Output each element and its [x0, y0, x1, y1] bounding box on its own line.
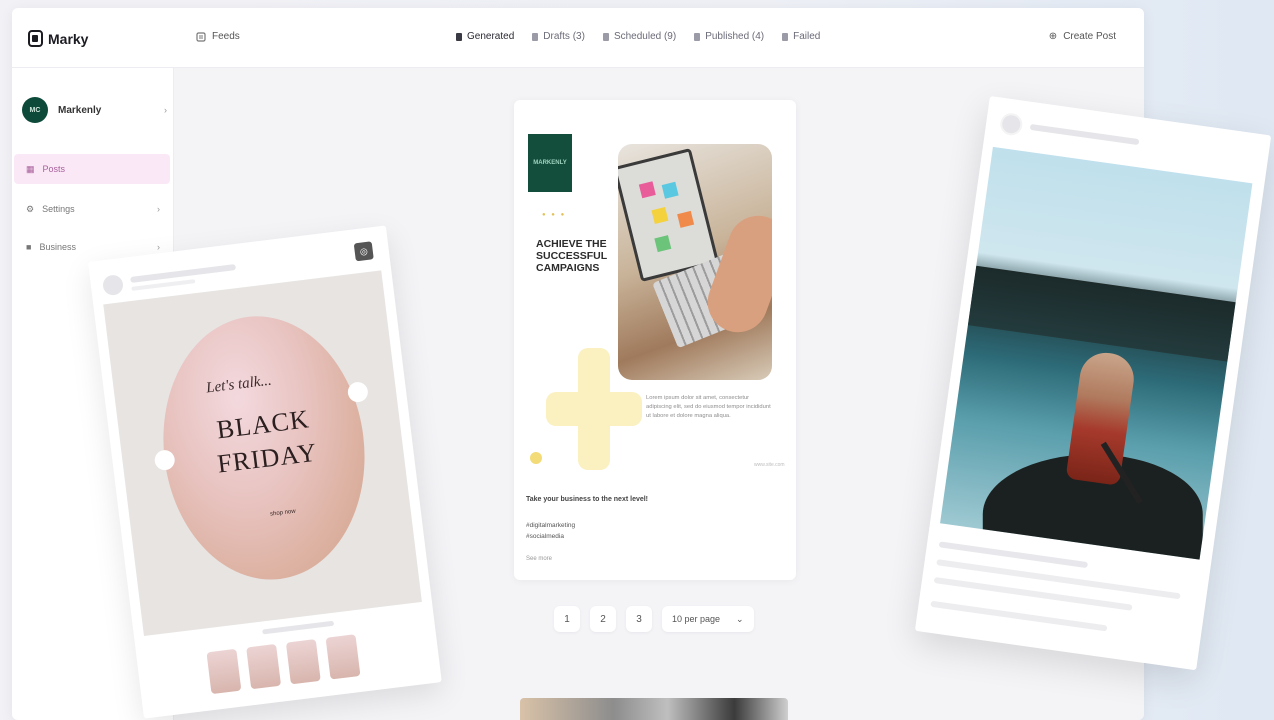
calendar-icon — [602, 32, 609, 41]
tab-label: Published (4) — [705, 31, 765, 42]
sidebar-item-label: Business — [39, 242, 76, 252]
workspace-name: Markenly — [58, 104, 102, 116]
avatar — [101, 273, 125, 297]
create-post-label: Create Post — [1063, 31, 1116, 42]
text-placeholder — [930, 600, 1108, 632]
tab-label: Generated — [467, 31, 515, 42]
top-bar: Marky Feeds Generated Drafts (3) Schedul… — [12, 8, 1144, 68]
tab-drafts[interactable]: Drafts (3) — [532, 31, 585, 42]
tab-published[interactable]: Published (4) — [694, 31, 764, 42]
posts-icon: ▦ — [26, 163, 35, 174]
page-button-1[interactable]: 1 — [554, 606, 580, 632]
laptop-photo — [618, 144, 772, 380]
workspace-switcher[interactable]: MC Markenly › — [22, 90, 167, 130]
post-hashtags: #digitalmarketing #socialmedia — [526, 520, 575, 542]
warning-icon — [782, 32, 789, 41]
brand-logo: MARKENLY — [528, 134, 572, 192]
page-size-select[interactable]: 10 per page ⌄ — [662, 606, 754, 632]
thumbnail[interactable] — [206, 648, 242, 695]
page-size-label: 10 per page — [672, 614, 721, 624]
feeds-button[interactable]: Feeds — [196, 31, 240, 42]
create-post-button[interactable]: ⊕ Create Post — [1049, 31, 1116, 42]
workspace-avatar: MC — [22, 97, 48, 123]
avatar — [998, 111, 1024, 137]
post-image: MARKENLY ● ● ● Achieve the successful ca… — [526, 130, 788, 580]
feeds-label: Feeds — [212, 31, 240, 42]
check-icon — [694, 32, 701, 41]
poster-headline: Achieve the successful campaigns — [536, 238, 607, 274]
sparkle-icon — [456, 32, 462, 41]
generated-post-card[interactable]: MARKENLY ● ● ● Achieve the successful ca… — [514, 100, 796, 580]
chevron-right-icon: › — [164, 105, 167, 115]
post-image: Let's talk... BLACK FRIDAY shop now — [103, 270, 422, 636]
post-image — [940, 146, 1253, 560]
pagination: 1 2 3 10 per page ⌄ — [554, 606, 754, 632]
instagram-icon[interactable]: ◎ — [353, 241, 374, 262]
decorative-cross — [546, 348, 642, 470]
decorative-dots: ● ● ● — [542, 212, 567, 218]
next-post-preview[interactable] — [520, 698, 788, 720]
settings-icon: ⚙ — [26, 203, 35, 214]
tab-failed[interactable]: Failed — [782, 31, 820, 42]
chevron-right-icon: › — [157, 242, 160, 252]
sidebar-item-settings[interactable]: ⚙ Settings › — [14, 194, 170, 224]
plus-icon: ⊕ — [1048, 31, 1058, 42]
post-status-tabs: Generated Drafts (3) Scheduled (9) Publi… — [456, 31, 820, 42]
chevron-right-icon: › — [157, 204, 160, 214]
logo-text: Marky — [48, 30, 89, 47]
tab-scheduled[interactable]: Scheduled (9) — [602, 31, 677, 42]
tab-generated[interactable]: Generated — [456, 31, 514, 42]
poster-body: Lorem ipsum dolor sit amet, consectetur … — [646, 395, 771, 419]
decorative-dot — [530, 452, 542, 464]
poster-url: www.site.com — [754, 462, 785, 468]
logo[interactable]: Marky — [28, 30, 88, 47]
tab-label: Drafts (3) — [543, 31, 585, 42]
feed-icon — [196, 31, 206, 42]
see-more-link[interactable]: See more — [526, 556, 552, 562]
sidebar-item-label: Posts — [42, 164, 66, 174]
draft-icon — [532, 32, 539, 41]
hashtag: #digitalmarketing — [526, 522, 576, 529]
chevron-down-icon: ⌄ — [736, 613, 744, 624]
tab-label: Scheduled (9) — [613, 31, 677, 42]
black-friday-post-card[interactable]: ◎ Let's talk... BLACK FRIDAY shop now — [88, 225, 442, 719]
business-icon: ■ — [26, 242, 32, 252]
text-placeholder — [936, 559, 1181, 600]
label-placeholder — [262, 620, 335, 635]
tree-line — [967, 265, 1236, 362]
thumbnail[interactable] — [285, 639, 321, 685]
thumbnail[interactable] — [246, 643, 282, 690]
page-button-3[interactable]: 3 — [626, 606, 652, 632]
thumbnail[interactable] — [325, 634, 361, 680]
sidebar-item-posts[interactable]: ▦ Posts — [14, 154, 170, 184]
post-caption: Take your business to the next level! — [526, 496, 649, 503]
logo-mark-icon — [28, 30, 43, 47]
author-placeholder — [1029, 123, 1140, 146]
hashtag: #socialmedia — [526, 533, 564, 540]
sidebar-item-label: Settings — [42, 204, 75, 214]
tab-label: Failed — [793, 31, 821, 42]
page-button-2[interactable]: 2 — [590, 606, 616, 632]
